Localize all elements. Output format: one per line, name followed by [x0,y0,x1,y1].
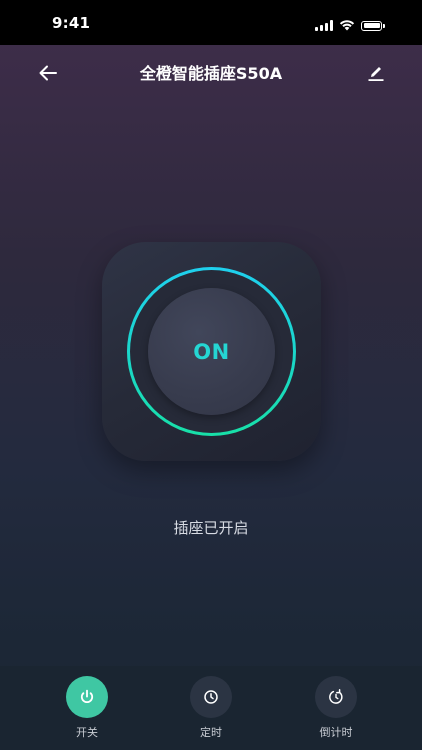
page-title: 全橙智能插座S50A [139,64,283,83]
nav-bar: 全橙智能插座S50A [0,45,422,99]
status-bar: 9:41 [0,0,422,45]
edit-button[interactable] [364,61,388,85]
power-state-label: ON [193,339,230,364]
tab-switch-circle [66,676,108,718]
tab-timer-label: 定时 [200,726,222,739]
power-ring: ON [127,267,296,436]
tab-countdown[interactable]: 倒计时 [291,666,381,750]
tab-switch-label: 开关 [76,726,98,739]
power-icon [80,689,94,704]
signal-icon [315,20,333,31]
tab-countdown-label: 倒计时 [319,726,353,739]
tab-timer[interactable]: 定时 [166,666,256,750]
timer-icon [204,690,218,704]
tab-countdown-circle [315,676,357,718]
countdown-icon [329,689,343,704]
app-screen: 全橙智能插座S50A ON 插座已开启 开关 定时 倒计时 [0,45,422,750]
socket-status-text: 插座已开启 [173,519,249,537]
battery-icon [361,20,385,31]
tab-switch[interactable]: 开关 [42,666,132,750]
power-control: ON [102,242,321,461]
tab-timer-circle [190,676,232,718]
pencil-icon [368,67,384,81]
wifi-icon [339,16,355,35]
status-icons [315,16,385,35]
power-toggle-button[interactable]: ON [148,288,275,415]
status-time: 9:41 [52,14,91,32]
bottom-tab-bar: 开关 定时 倒计时 [0,666,422,750]
